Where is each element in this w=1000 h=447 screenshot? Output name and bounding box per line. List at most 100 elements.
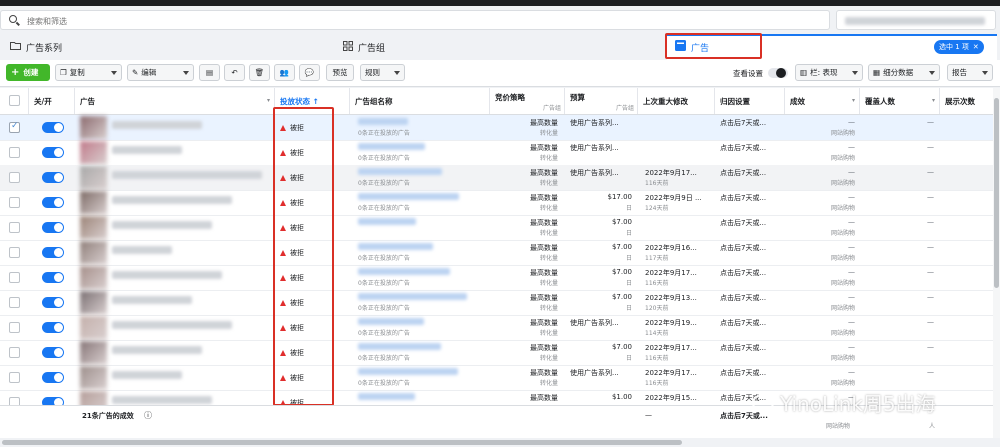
- ad-name[interactable]: [112, 271, 222, 279]
- row-checkbox[interactable]: [9, 322, 20, 333]
- header-last-edit[interactable]: 上次重大修改: [638, 88, 715, 114]
- adset-name[interactable]: [358, 368, 458, 375]
- search-input[interactable]: [25, 14, 429, 28]
- info-icon[interactable]: ⓘ: [144, 410, 152, 421]
- duplicate-button[interactable]: ❐ 复制: [55, 64, 122, 81]
- reports-button[interactable]: 报告: [947, 64, 993, 81]
- table-row[interactable]: 被拒0条正在投放的广告最高数量转化量使用广告系列...点击后7天或...—网站购…: [0, 115, 993, 141]
- delete-button[interactable]: 🗑: [249, 64, 270, 81]
- adset-name[interactable]: [358, 193, 459, 200]
- edit-button[interactable]: ✎ 编辑: [127, 64, 194, 81]
- view-settings-toggle[interactable]: [768, 68, 788, 78]
- header-bid-strategy[interactable]: 竞价策略 广告组: [490, 88, 565, 114]
- header-ad[interactable]: 广告 ▾: [75, 88, 275, 114]
- ad-name[interactable]: [112, 196, 232, 204]
- table-row[interactable]: 被拒 0条正在投放的广告 最高数量 转化量 使用广告系列... 2022年9月19... 1…: [0, 315, 993, 341]
- horizontal-scrollbar[interactable]: [0, 438, 1000, 447]
- date-range-picker[interactable]: [836, 10, 996, 30]
- ad-name[interactable]: [112, 246, 172, 254]
- search-bar[interactable]: [0, 10, 830, 30]
- header-adset-name[interactable]: 广告组名称: [350, 88, 490, 114]
- select-all-checkbox[interactable]: [9, 95, 20, 106]
- selected-count-pill[interactable]: 选中 1 项 ✕: [934, 40, 984, 54]
- row-checkbox[interactable]: [9, 147, 20, 158]
- results-value: —: [848, 343, 855, 351]
- ad-toggle[interactable]: [42, 197, 64, 208]
- ad-name[interactable]: [112, 296, 192, 304]
- row-checkbox[interactable]: [9, 172, 20, 183]
- ad-toggle[interactable]: [42, 122, 64, 133]
- ad-toggle[interactable]: [42, 372, 64, 383]
- table-row[interactable]: 被拒 0条正在投放的广告 最高数量 转化量 $7.00 日 2022年9月13... 120天…: [0, 290, 993, 316]
- last-edit-date: 2022年9月13...: [645, 294, 697, 302]
- table-row[interactable]: 被拒 0条正在投放的广告 最高数量 转化量 使用广告系列... 2022年9月17... 1…: [0, 165, 993, 191]
- tab-adsets[interactable]: 广告组: [343, 34, 385, 60]
- ad-toggle[interactable]: [42, 222, 64, 233]
- header-results[interactable]: 成效 ▾: [785, 88, 860, 114]
- ad-name[interactable]: [112, 171, 262, 179]
- columns-button[interactable]: ▥ 栏: 表现: [795, 64, 863, 81]
- adset-name[interactable]: [358, 218, 416, 225]
- bid-strategy: 最高数量: [530, 194, 558, 202]
- ad-toggle[interactable]: [42, 347, 64, 358]
- header-budget[interactable]: 预算 广告组: [565, 88, 638, 114]
- ad-name[interactable]: [112, 321, 232, 329]
- header-onoff[interactable]: 关/开: [29, 88, 75, 114]
- adset-name[interactable]: [358, 293, 467, 300]
- tab-campaigns[interactable]: 广告系列: [10, 34, 62, 60]
- row-checkbox[interactable]: [9, 297, 20, 308]
- ad-name[interactable]: [112, 121, 202, 129]
- ad-name[interactable]: [112, 346, 202, 354]
- ad-name[interactable]: [112, 371, 182, 379]
- table-row[interactable]: 被拒 0条正在投放的广告 最高数量 转化量 $7.00 日 2022年9月17... 116天…: [0, 265, 993, 291]
- row-checkbox[interactable]: [9, 272, 20, 283]
- undo-button[interactable]: ↶: [224, 64, 245, 81]
- adset-name[interactable]: [358, 268, 450, 275]
- row-checkbox[interactable]: [9, 121, 20, 133]
- table-row[interactable]: 被拒 0条正在投放的广告 最高数量 转化量 $17.00 日 2022年9月9日 ... 12…: [0, 190, 993, 216]
- breakdown-button[interactable]: ▦ 细分数据: [868, 64, 940, 81]
- close-icon[interactable]: ✕: [973, 43, 979, 51]
- ad-toggle[interactable]: [42, 147, 64, 158]
- vertical-scrollbar[interactable]: [993, 88, 1000, 438]
- reach-value: —: [927, 218, 934, 226]
- bid-strategy: 最高数量: [530, 344, 558, 352]
- adset-name[interactable]: [358, 343, 441, 350]
- ad-toggle[interactable]: [42, 172, 64, 183]
- ab-test-button[interactable]: ▤: [199, 64, 220, 81]
- header-select-all[interactable]: [0, 88, 29, 114]
- table-row[interactable]: 被拒 0条正在投放的广告 最高数量 转化量 $7.00 日 2022年9月16... 117天…: [0, 240, 993, 266]
- header-attribution[interactable]: 归因设置: [715, 88, 785, 114]
- ad-name[interactable]: [112, 146, 182, 154]
- header-impressions[interactable]: 展示次数: [940, 88, 993, 114]
- table-row[interactable]: 被拒0条正在投放的广告最高数量转化量使用广告系列...点击后7天或...—网站购…: [0, 140, 993, 166]
- table-row[interactable]: 被拒 0条正在投放的广告 最高数量 转化量 $7.00 日 2022年9月17... 116天…: [0, 340, 993, 366]
- ad-name[interactable]: [112, 396, 212, 404]
- comment-button[interactable]: 💬: [299, 64, 320, 81]
- adset-name[interactable]: [358, 243, 433, 250]
- header-bid-strategy-label: 竞价策略: [495, 93, 525, 102]
- row-checkbox[interactable]: [9, 197, 20, 208]
- grid-icon: [343, 40, 353, 54]
- ad-toggle[interactable]: [42, 247, 64, 258]
- table-row[interactable]: 被拒 最高数量 转化量 $7.00 日点击后7天或... — 网站购物 —: [0, 215, 993, 241]
- ad-toggle[interactable]: [42, 322, 64, 333]
- row-checkbox[interactable]: [9, 222, 20, 233]
- create-button[interactable]: + 创建: [6, 64, 50, 81]
- ad-toggle[interactable]: [42, 272, 64, 283]
- adset-name[interactable]: [358, 393, 415, 400]
- preview-button[interactable]: 预览: [326, 64, 354, 81]
- header-reach[interactable]: 覆盖人数 ▾: [860, 88, 940, 114]
- bid-strategy: 最高数量: [530, 394, 558, 402]
- ad-name[interactable]: [112, 221, 212, 229]
- adset-name[interactable]: [358, 143, 425, 150]
- row-checkbox[interactable]: [9, 372, 20, 383]
- ad-toggle[interactable]: [42, 297, 64, 308]
- adset-name[interactable]: [358, 118, 408, 125]
- rules-button[interactable]: 规则: [360, 64, 405, 81]
- adset-name[interactable]: [358, 318, 424, 325]
- adset-name[interactable]: [358, 168, 442, 175]
- row-checkbox[interactable]: [9, 247, 20, 258]
- row-checkbox[interactable]: [9, 347, 20, 358]
- audience-button[interactable]: 👥: [274, 64, 295, 81]
